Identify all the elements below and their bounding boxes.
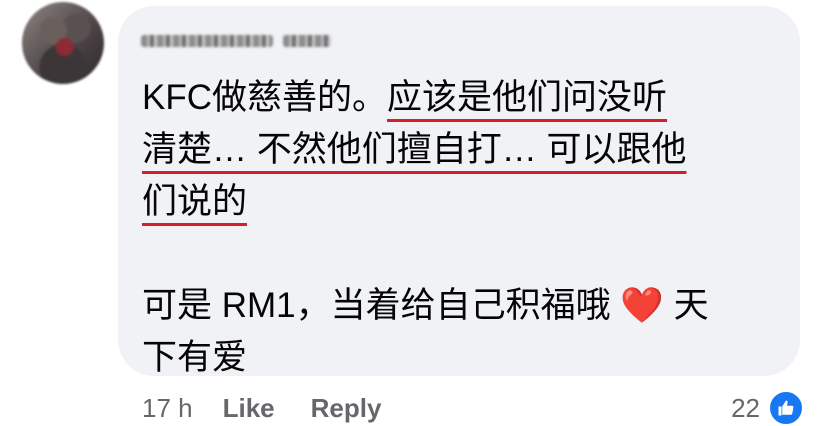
thumbs-up-icon (768, 390, 804, 426)
comment-line2-highlight: 清楚… 不然他们擅自打… 可以跟他 (142, 130, 687, 169)
comment-line3-highlight: 们说的 (142, 182, 248, 221)
author-first-name-blurred (141, 35, 273, 47)
comment-line4: 可是 RM1，当着给自己积福哦 (142, 286, 611, 325)
like-button[interactable]: Like (223, 393, 275, 424)
comment-line4-tail: 天 (663, 286, 709, 325)
timestamp[interactable]: 17 h (142, 393, 193, 424)
heart-icon: ❤️ (620, 286, 664, 325)
comment-line1-highlight: 应该是他们问没听 (387, 78, 668, 117)
comment-line5: 下有爱 (142, 338, 248, 377)
avatar[interactable] (22, 2, 104, 84)
comment-line1-plain: KFC做慈善的。 (142, 78, 388, 117)
reaction-summary[interactable]: 22 (731, 390, 804, 426)
author-last-name-blurred (283, 35, 331, 47)
comment-actions: 17 h Like Reply (142, 390, 417, 426)
reaction-count: 22 (731, 392, 760, 423)
author-name[interactable] (141, 33, 331, 49)
reply-button[interactable]: Reply (311, 393, 382, 424)
comment-text: KFC做慈善的。应该是他们问没听 清楚… 不然他们擅自打… 可以跟他 们说的 可… (142, 72, 782, 384)
